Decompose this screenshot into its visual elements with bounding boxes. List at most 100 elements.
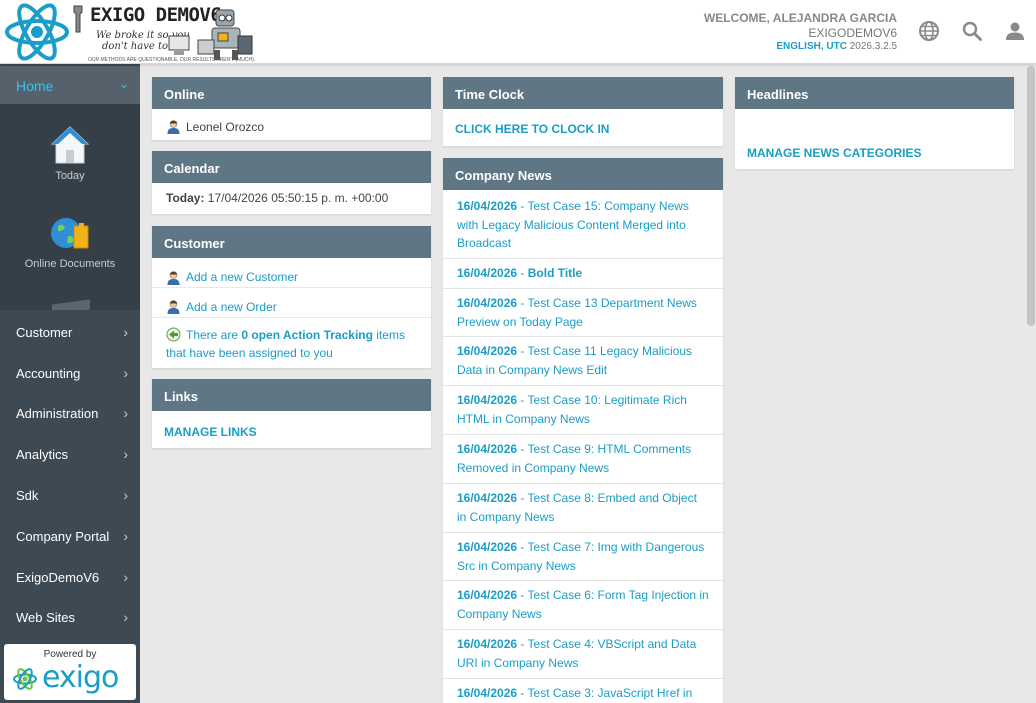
sidebar-item-analytics[interactable]: Analytics › [0,434,140,475]
news-item[interactable]: 16/04/2026 - Test Case 4: VBScript and D… [443,629,723,672]
news-item[interactable]: 16/04/2026 - Test Case 7: Img with Dange… [443,532,723,575]
powered-by-label: Powered by [43,649,97,660]
news-title[interactable]: Test Case 3: JavaScript Href in [528,686,693,700]
chevron-down-icon: ⌄ [118,77,129,91]
news-separator: - [517,266,528,280]
news-date: 16/04/2026 [457,344,518,358]
sidebar-item-web-sites[interactable]: Web Sites › [0,597,140,638]
globe-icon[interactable] [918,20,940,42]
news-date: 16/04/2026 [457,393,518,407]
today-value: 17/04/2026 05:50:15 p. m. +00:00 [207,191,389,205]
manage-news-categories-link[interactable]: MANAGE NEWS CATEGORIES [747,146,921,160]
manage-links-link[interactable]: MANAGE LINKS [164,425,257,439]
tile-label: Today [55,170,85,182]
tile-online-documents[interactable]: Online Documents [0,214,140,270]
powered-by-exigo[interactable]: Powered by exigo [4,644,136,700]
sidebar-item-label: Company Portal [16,529,110,544]
online-panel: Online Leonel Orozco [152,77,431,140]
news-item[interactable]: 16/04/2026 - Test Case 9: HTML Comments … [443,434,723,477]
news-separator: - [517,588,528,602]
news-separator: - [517,637,528,651]
logo-fineprint: OUR METHODS ARE QUESTIONABLE. OUR RESULT… [88,57,256,63]
panel-title: Time Clock [443,77,723,109]
sidebar-item-customer[interactable]: Customer › [0,312,140,353]
online-user-name: Leonel Orozco [186,119,265,134]
news-item[interactable]: 16/04/2026 - Test Case 11 Legacy Malicio… [443,336,723,379]
news-date: 16/04/2026 [457,442,518,456]
sidebar-item-label: Home [16,78,54,94]
sidebar-item-sdk[interactable]: Sdk › [0,475,140,516]
time-clock-panel: Time Clock CLICK HERE TO CLOCK IN [443,77,723,146]
news-separator: - [517,199,528,213]
news-separator: - [517,296,528,310]
panel-title: Headlines [735,77,1014,109]
news-item[interactable]: 16/04/2026 - Test Case 3: JavaScript Hre… [443,678,723,703]
calendar-panel: Calendar Today: 17/04/2026 05:50:15 p. m… [152,151,431,214]
news-date: 16/04/2026 [457,637,518,651]
add-order-row[interactable]: Add a new Order [152,288,431,318]
online-user-row: Leonel Orozco [152,109,431,134]
sidebar-item-exigodemov6[interactable]: ExigoDemoV6 › [0,557,140,598]
home-tiles: Today Online Documents [0,104,140,310]
news-item[interactable]: 16/04/2026 - Test Case 6: Form Tag Injec… [443,580,723,623]
news-date: 16/04/2026 [457,491,518,505]
robot-icon [197,9,253,60]
add-order-link[interactable]: Add a new Order [186,300,277,314]
person-icon [167,120,180,134]
sidebar-item-label: Analytics [16,447,69,462]
sidebar-item-label: Customer [16,325,73,340]
welcome-user: WELCOME, ALEJANDRA GARCIA [703,11,897,25]
chevron-right-icon: › [123,365,128,381]
news-separator: - [517,442,528,456]
news-item[interactable]: 16/04/2026 - Test Case 13 Department New… [443,288,723,331]
news-item[interactable]: 16/04/2026 - Bold Title [443,258,723,283]
tile-label: Online Documents [24,258,116,270]
news-item[interactable]: 16/04/2026 - Test Case 8: Embed and Obje… [443,483,723,526]
time-clock-body: CLICK HERE TO CLOCK IN [443,109,723,136]
sidebar-item-home[interactable]: Home ⌄ [0,66,140,104]
company-news-panel: Company News 16/04/2026 - Test Case 15: … [443,158,723,703]
news-title[interactable]: Bold Title [528,266,582,280]
action-tracking-link[interactable]: 0 open Action Tracking [241,328,373,342]
sidebar-item-administration[interactable]: Administration › [0,393,140,434]
wrench-icon [73,5,83,33]
computer-icon [168,35,190,55]
news-item[interactable]: 16/04/2026 - Test Case 15: Company News … [443,197,723,253]
version-label: 2026.3.2.5 [849,41,897,52]
news-date: 16/04/2026 [457,296,518,310]
sidebar-item-company-portal[interactable]: Company Portal › [0,516,140,557]
react-atom-icon [5,3,69,61]
news-separator: - [517,393,528,407]
sidebar-item-label: Administration [16,406,99,421]
news-separator: - [517,491,528,505]
chevron-right-icon: › [123,405,128,421]
language-link[interactable]: ENGLISH, UTC [776,41,847,52]
company-name: EXIGODEMOV6 [808,25,897,40]
sidebar: Home ⌄ Today Online Documents Customer › [0,64,140,703]
chevron-right-icon: › [123,446,128,462]
chevron-right-icon: › [123,528,128,544]
links-panel: Links MANAGE LINKS [152,379,431,448]
panel-title: Customer [152,226,431,258]
news-item[interactable]: 16/04/2026 - Test Case 10: Legitimate Ri… [443,385,723,428]
sidebar-item-label: Sdk [16,488,39,503]
exigo-demov6-logo[interactable]: EXIGO DEMOV6 We broke it so you don't ha… [4,2,256,64]
clock-in-link[interactable]: CLICK HERE TO CLOCK IN [455,122,609,136]
add-customer-link[interactable]: Add a new Customer [186,270,298,284]
locale-version: ENGLISH, UTC 2026.3.2.5 [704,40,897,55]
action-tracking-row: There are 0 open Action Tracking items t… [152,318,431,362]
sidebar-item-label: Accounting [16,366,81,381]
chevron-right-icon: › [123,569,128,585]
user-icon[interactable] [1004,20,1026,42]
news-date: 16/04/2026 [457,588,518,602]
today-label: Today: [166,191,205,205]
tile-today[interactable]: Today [0,124,140,182]
sidebar-item-label: Web Sites [16,610,76,625]
chevron-right-icon: › [123,609,128,625]
page-scrollbar[interactable] [1027,66,1035,326]
add-customer-row[interactable]: Add a new Customer [152,258,431,288]
search-icon[interactable] [961,20,983,42]
tracking-arrow-icon [166,327,181,342]
sidebar-item-accounting[interactable]: Accounting › [0,353,140,394]
headlines-panel: Headlines MANAGE NEWS CATEGORIES [735,77,1014,169]
